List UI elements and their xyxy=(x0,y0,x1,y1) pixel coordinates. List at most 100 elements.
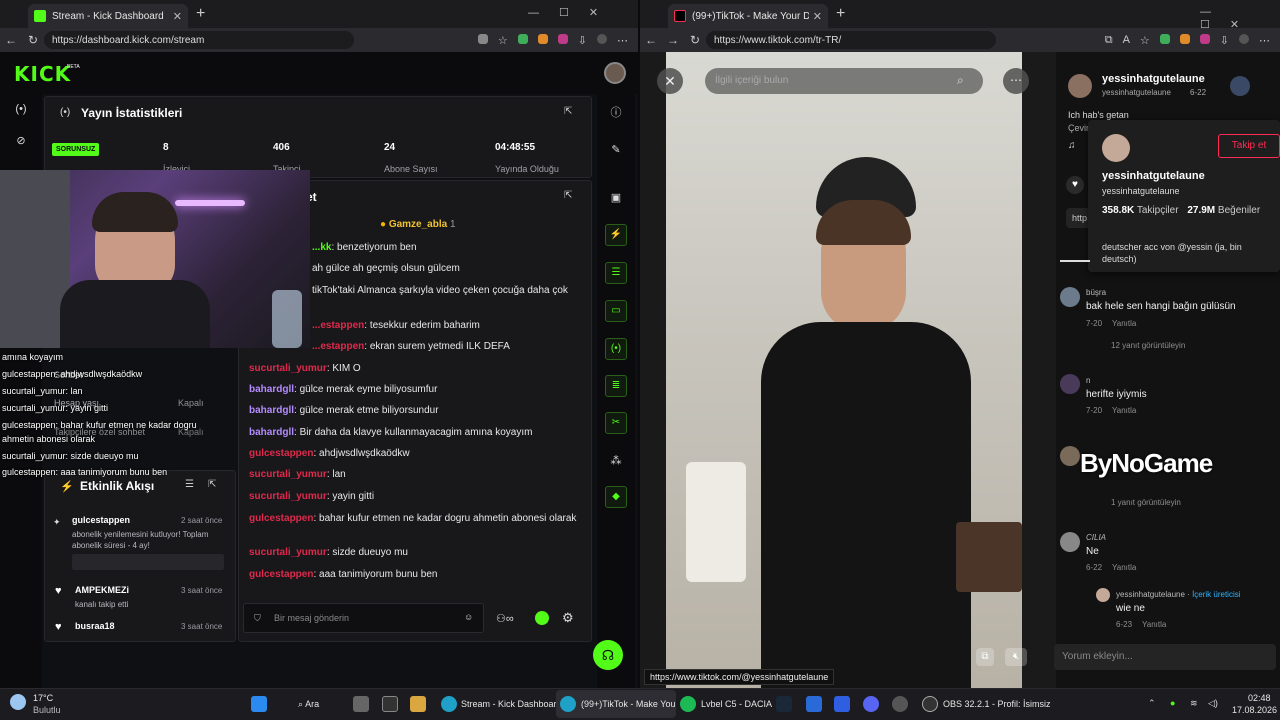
tab-tiktok[interactable]: (99+)TikTok - Make Your Day ✕ xyxy=(668,4,828,28)
steam-icon[interactable] xyxy=(776,696,792,712)
taskbar-app-spotify[interactable]: Lvbel C5 - DACIA xyxy=(701,699,772,709)
chat-username[interactable]: bahardgll xyxy=(249,427,294,438)
spotify-icon[interactable] xyxy=(680,696,696,712)
profile-icon[interactable] xyxy=(597,33,607,44)
link-icon[interactable]: ⊘ xyxy=(12,132,30,150)
popout-icon[interactable]: ⇱ xyxy=(564,106,572,117)
edge-icon[interactable] xyxy=(441,696,457,712)
microphone-icon[interactable]: ● xyxy=(1170,698,1175,708)
weather-icon[interactable] xyxy=(10,694,26,710)
author-avatar[interactable] xyxy=(1068,74,1092,98)
extension-overlay-icon[interactable] xyxy=(1230,76,1250,96)
reply-link[interactable]: Yanıtla xyxy=(1112,319,1136,328)
broadcast-icon[interactable]: (•) xyxy=(12,100,30,118)
comment-avatar[interactable] xyxy=(1060,446,1080,466)
reply-link[interactable]: Yanıtla xyxy=(1112,563,1136,572)
chat-username[interactable]: gulcestappen xyxy=(249,448,313,459)
extension-icon[interactable] xyxy=(1199,33,1210,44)
chat-username[interactable]: bahardgll xyxy=(249,384,294,395)
creator-avatar[interactable] xyxy=(1096,588,1110,602)
menu-icon[interactable]: ⋯ xyxy=(617,34,628,47)
menu-icon[interactable]: ⋯ xyxy=(1259,34,1270,47)
chat-username[interactable]: bahardgll xyxy=(249,405,294,416)
taskbar-app-tiktok[interactable]: (99+)TikTok - Make You xyxy=(581,699,675,709)
comment-avatar[interactable] xyxy=(1060,374,1080,394)
extension-icon[interactable] xyxy=(1159,33,1170,44)
gear-icon[interactable]: ⚙ xyxy=(562,610,574,626)
comment-avatar[interactable] xyxy=(1060,532,1080,552)
reply-link[interactable]: Yanıtla xyxy=(1142,620,1166,629)
profile-icon[interactable] xyxy=(1239,33,1249,44)
edit-icon[interactable]: ✎ xyxy=(607,141,625,159)
task-view-icon[interactable] xyxy=(353,696,369,712)
close-tab-icon[interactable]: ✕ xyxy=(173,10,182,23)
chat-username[interactable]: gulcestappen xyxy=(249,569,313,580)
reload-icon[interactable]: ↻ xyxy=(22,33,44,47)
comment-user[interactable]: CILIA xyxy=(1086,533,1106,542)
tiktok-video[interactable] xyxy=(666,52,1022,688)
taskbar-app-kick[interactable]: Stream - Kick Dashboard xyxy=(461,699,562,709)
comment-input[interactable]: Yorum ekleyin... xyxy=(1054,644,1276,670)
music-icon[interactable]: ♫ xyxy=(1068,140,1076,151)
broadcast-button[interactable]: (•) xyxy=(605,338,627,360)
clock-date[interactable]: 17.08.2026 xyxy=(1232,705,1277,715)
discord-icon[interactable] xyxy=(863,696,879,712)
new-tab-icon[interactable]: + xyxy=(836,5,845,23)
extension-icon[interactable] xyxy=(1179,33,1190,44)
volume-icon[interactable]: ◁) xyxy=(1208,698,1218,709)
extension-icon[interactable] xyxy=(537,33,548,44)
setting-value[interactable]: Kapalı xyxy=(178,427,204,437)
creator-name[interactable]: yessinhatgutelaune xyxy=(1116,590,1185,599)
chat-username[interactable]: sucurtali_yumur xyxy=(249,491,327,502)
app-icon[interactable] xyxy=(806,696,822,712)
search-button[interactable]: ⌕ Ara xyxy=(298,699,319,710)
chat-username[interactable]: gulcestappen xyxy=(249,513,313,524)
chat-username[interactable]: ...estappen xyxy=(312,341,364,352)
follow-button[interactable]: Takip et xyxy=(1218,134,1280,158)
epic-games-icon[interactable] xyxy=(382,696,398,712)
open-app-icon[interactable]: ⧉ xyxy=(1105,34,1113,47)
tag-button[interactable]: ◆ xyxy=(605,486,627,508)
close-icon[interactable]: ✕ xyxy=(657,68,683,94)
popout-icon[interactable]: ⇱ xyxy=(564,190,572,201)
chat-username[interactable]: sucurtali_yumur xyxy=(249,547,327,558)
downloads-icon[interactable]: ⇩ xyxy=(1220,34,1229,47)
obs-icon[interactable] xyxy=(922,696,938,712)
chat-button[interactable]: ▭ xyxy=(605,300,627,322)
forward-icon[interactable]: → xyxy=(662,33,684,47)
info-icon[interactable]: ⓘ xyxy=(607,104,625,122)
app-icon[interactable] xyxy=(892,696,908,712)
favorite-star-icon[interactable]: ☆ xyxy=(1140,34,1150,47)
clock-time[interactable]: 02:48 xyxy=(1248,693,1271,703)
app-icon[interactable] xyxy=(834,696,850,712)
back-icon[interactable]: ← xyxy=(0,33,22,47)
emoji-icon[interactable]: ☺ xyxy=(464,612,473,622)
wrench-button[interactable]: ✂ xyxy=(605,412,627,434)
start-icon[interactable] xyxy=(251,696,267,712)
search-input[interactable]: İlgili içeriği bulun ⌕ xyxy=(705,68,983,94)
translate-icon[interactable]: A xyxy=(1123,34,1130,47)
view-replies-link[interactable]: 1 yanıt görüntüleyin xyxy=(1111,498,1181,507)
comment-avatar[interactable] xyxy=(1060,287,1080,307)
back-icon[interactable]: ← xyxy=(640,33,662,47)
chat-username[interactable]: sucurtali_yumur xyxy=(249,363,327,374)
kick-coin-icon[interactable] xyxy=(535,611,549,625)
view-replies-link[interactable]: 12 yanıt görüntüleyin xyxy=(1111,341,1185,350)
url-field[interactable]: https://dashboard.kick.com/stream xyxy=(44,31,354,49)
popup-avatar[interactable] xyxy=(1102,134,1130,162)
extension-icon[interactable] xyxy=(557,33,568,44)
window-controls[interactable]: —☐✕ xyxy=(528,6,618,19)
mute-icon[interactable]: 🔇︎ xyxy=(1005,648,1027,666)
favorite-star-icon[interactable]: ☆ xyxy=(498,34,508,47)
event-name[interactable]: gulcestappen xyxy=(72,515,130,525)
event-name[interactable]: AMPEKMEZi xyxy=(75,585,129,595)
search-icon[interactable]: ⌕ xyxy=(957,73,964,88)
kick-logo[interactable]: KICK xyxy=(14,62,71,86)
tray-chevron-icon[interactable]: ⌃ xyxy=(1148,698,1156,709)
avatar[interactable] xyxy=(604,62,626,84)
tab-kick-dashboard[interactable]: Stream - Kick Dashboard ✕ xyxy=(28,4,188,28)
comment-user[interactable]: n xyxy=(1086,376,1090,385)
share-icon[interactable]: ⁂ xyxy=(607,452,625,470)
reader-icon[interactable] xyxy=(477,33,488,44)
chat-input[interactable]: ⛉ Bir mesaj gönderin ☺ xyxy=(243,603,484,633)
